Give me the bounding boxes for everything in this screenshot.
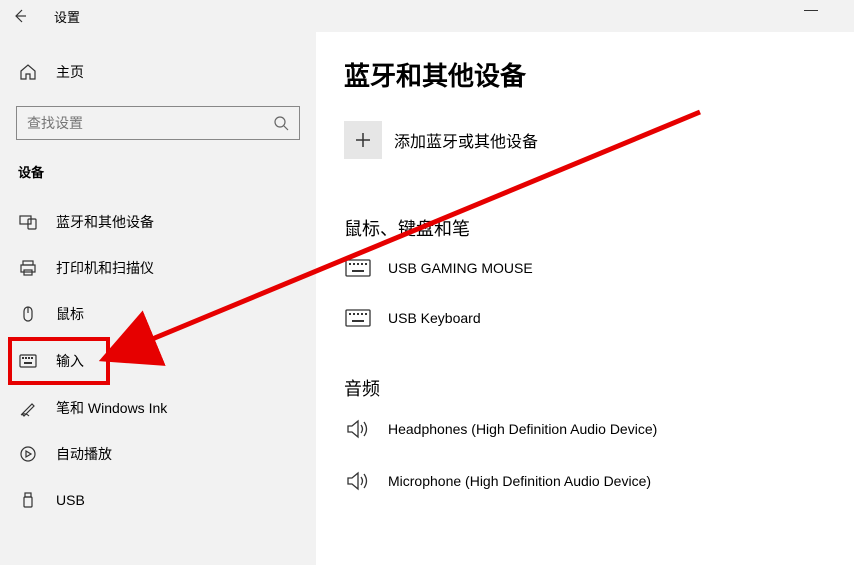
nav-label: 输入 — [56, 351, 84, 371]
nav-label: 自动播放 — [56, 444, 112, 464]
search-box[interactable] — [16, 106, 300, 140]
minimize-button[interactable] — [804, 10, 818, 11]
sidebar: 主页 设备 蓝牙和其他设备 打印机和扫描仪 鼠标 — [0, 32, 316, 565]
nav-pen[interactable]: 笔和 Windows Ink — [16, 385, 300, 431]
keyboard-icon — [18, 354, 38, 368]
device-label: USB GAMING MOUSE — [388, 260, 533, 276]
window-title: 设置 — [54, 7, 80, 26]
back-arrow-icon — [12, 8, 28, 24]
autoplay-icon — [18, 445, 38, 463]
nav-bluetooth[interactable]: 蓝牙和其他设备 — [16, 199, 300, 245]
keyboard-icon — [344, 259, 372, 277]
main-content: 蓝牙和其他设备 添加蓝牙或其他设备 鼠标、键盘和笔 USB GAMING MOU… — [316, 32, 854, 565]
usb-icon — [18, 491, 38, 509]
plus-icon — [344, 121, 382, 159]
nav-label: 蓝牙和其他设备 — [56, 212, 154, 232]
pen-icon — [18, 399, 38, 417]
speaker-icon — [344, 419, 372, 439]
device-label: USB Keyboard — [388, 310, 481, 326]
nav-usb[interactable]: USB — [16, 477, 300, 523]
device-item[interactable]: USB Keyboard — [344, 309, 830, 327]
nav-printers[interactable]: 打印机和扫描仪 — [16, 245, 300, 291]
nav-label: USB — [56, 492, 85, 508]
device-item[interactable]: USB GAMING MOUSE — [344, 259, 830, 277]
titlebar: 设置 — [0, 0, 854, 32]
sidebar-section-label: 设备 — [16, 162, 300, 181]
home-nav[interactable]: 主页 — [16, 56, 300, 88]
device-label: Microphone (High Definition Audio Device… — [388, 473, 651, 489]
device-item[interactable]: Microphone (High Definition Audio Device… — [344, 471, 830, 491]
speaker-icon — [344, 471, 372, 491]
page-title: 蓝牙和其他设备 — [344, 56, 830, 93]
nav-label: 打印机和扫描仪 — [56, 258, 154, 278]
device-label: Headphones (High Definition Audio Device… — [388, 421, 657, 437]
back-button[interactable] — [12, 8, 36, 24]
nav-mouse[interactable]: 鼠标 — [16, 291, 300, 337]
nav-typing[interactable]: 输入 — [8, 337, 110, 385]
add-device-label: 添加蓝牙或其他设备 — [394, 128, 538, 152]
section-mouse-keyboard: 鼠标、键盘和笔 — [344, 215, 830, 241]
printer-icon — [18, 259, 38, 277]
search-icon — [273, 115, 289, 131]
home-icon — [18, 63, 38, 81]
home-label: 主页 — [56, 62, 84, 82]
keyboard-icon — [344, 309, 372, 327]
search-input[interactable] — [27, 115, 273, 131]
device-item[interactable]: Headphones (High Definition Audio Device… — [344, 419, 830, 439]
nav-label: 鼠标 — [56, 304, 84, 324]
mouse-icon — [18, 305, 38, 323]
devices-icon — [18, 213, 38, 231]
section-audio: 音频 — [344, 375, 830, 401]
nav-label: 笔和 Windows Ink — [56, 398, 167, 418]
add-device-button[interactable]: 添加蓝牙或其他设备 — [344, 121, 830, 159]
nav-autoplay[interactable]: 自动播放 — [16, 431, 300, 477]
